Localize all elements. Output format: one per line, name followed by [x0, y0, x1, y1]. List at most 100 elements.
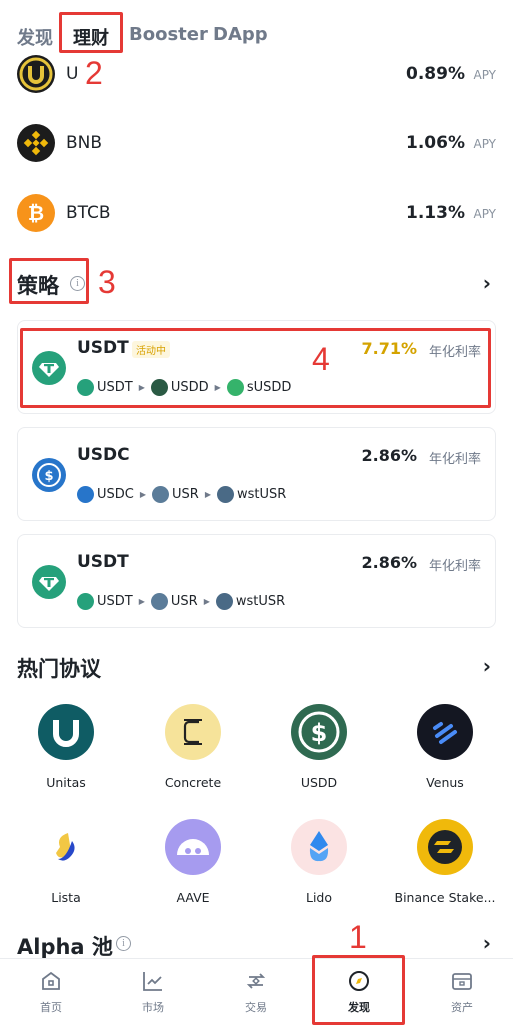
card-title: USDT [77, 338, 129, 358]
protocol-concrete[interactable]: Concrete [133, 704, 253, 790]
annotation-3: 3 [98, 264, 116, 300]
protocol-label: Concrete [164, 775, 222, 790]
bottom-nav: 首页 市场 交易 发现 资产 [0, 958, 513, 1035]
lista-icon [38, 819, 94, 875]
home-icon [39, 969, 63, 993]
nav-trade[interactable]: 交易 [205, 959, 307, 1015]
protocol-aave[interactable]: AAVE [133, 819, 253, 905]
unitas-icon [38, 704, 94, 760]
asset-name: BNB [66, 133, 103, 153]
asset-row-u[interactable]: U 2 0.89% APY [0, 52, 513, 102]
usdc-mini-icon [77, 485, 94, 503]
protocol-venus[interactable]: Venus [385, 704, 505, 790]
nav-discover[interactable]: 发现 [308, 959, 410, 1015]
card-rate-label: 年化利率 [428, 559, 481, 574]
protocol-label: Venus [426, 775, 464, 790]
nav-market[interactable]: 市场 [102, 959, 204, 1015]
annotation-1: 1 [349, 919, 367, 955]
annotation-2: 2 [85, 55, 103, 91]
arrow-right-icon: ▶ [138, 596, 145, 606]
apy-label: APY [473, 137, 496, 151]
protocol-binance-stake[interactable]: Binance Stake... [385, 819, 505, 905]
path-token: USDC [97, 486, 134, 502]
strategy-title: 策略 [17, 274, 59, 298]
arrow-right-icon: ▶ [139, 489, 147, 499]
asset-rate: 0.89% [406, 64, 465, 84]
tab-finance[interactable]: 理财 [73, 24, 109, 50]
arrow-right-icon: ▶ [203, 596, 210, 606]
card-title: USDC [77, 445, 130, 465]
asset-name: BTCB [66, 203, 111, 223]
protocol-label: Lido [305, 890, 333, 905]
protocol-label: Binance Stake... [394, 890, 496, 905]
path-token: sUSDD [246, 379, 292, 395]
path-token: USR [172, 486, 199, 502]
card-rate: 2.86% [361, 553, 417, 572]
nav-label: 首页 [40, 1001, 62, 1014]
wstusr-mini-icon [216, 485, 234, 503]
concrete-icon [165, 704, 221, 760]
usdt-icon [32, 351, 66, 385]
strategy-card-usdt-wstusr[interactable]: USDT 2.86% 年化利率 USDT ▶ USR ▶ wstUSR [17, 534, 496, 628]
chevron-right-icon[interactable]: › [483, 931, 491, 955]
nav-assets[interactable]: 资产 [411, 959, 513, 1015]
usdt-mini-icon [77, 378, 94, 396]
token-path: USDT ▶ USR ▶ wstUSR [77, 591, 285, 611]
card-title: USDT [77, 552, 129, 572]
usdd-mini-icon [150, 378, 168, 396]
tab-dapp[interactable]: DApp [213, 24, 268, 45]
apy-label: APY [473, 207, 496, 221]
arrow-right-icon: ▶ [138, 382, 145, 392]
asset-rate: 1.13% [406, 203, 465, 223]
protocol-unitas[interactable]: Unitas [6, 704, 126, 790]
protocol-lista[interactable]: Lista [6, 819, 126, 905]
btcb-coin-icon: ₿ [17, 194, 55, 232]
alpha-title: Alpha 池 [17, 935, 113, 959]
chevron-right-icon[interactable]: › [483, 654, 491, 678]
token-path: USDT ▶ USDD ▶ sUSDD [77, 377, 291, 397]
asset-name: U [66, 64, 79, 84]
card-rate-label: 年化利率 [428, 345, 481, 360]
strategy-card-usdt-susdd[interactable]: USDT 活动中 4 7.71% 年化利率 USDT ▶ USDD ▶ sUSD… [17, 320, 496, 414]
asset-rate: 1.06% [406, 133, 465, 153]
path-token: USDT [97, 593, 133, 609]
protocol-lido[interactable]: Lido [259, 819, 379, 905]
svg-text:$: $ [311, 719, 328, 747]
u-coin-icon [17, 55, 55, 93]
protocol-label: USDD [300, 775, 338, 790]
svg-text:₿: ₿ [28, 201, 44, 225]
asset-row-btcb[interactable]: ₿ BTCB 1.13% APY [0, 190, 513, 240]
usdc-icon: $ [32, 458, 66, 492]
nav-label: 发现 [348, 1001, 370, 1014]
chevron-right-icon[interactable]: › [483, 271, 491, 295]
path-token: wstUSR [236, 486, 287, 502]
info-icon[interactable]: i [70, 276, 85, 291]
nav-home[interactable]: 首页 [0, 959, 102, 1015]
binance-stake-icon [417, 819, 473, 875]
nav-label: 资产 [451, 1001, 473, 1014]
info-icon[interactable]: i [116, 936, 131, 951]
token-path: USDC ▶ USR ▶ wstUSR [77, 484, 286, 504]
path-token: wstUSR [235, 593, 286, 609]
annotation-4: 4 [312, 341, 330, 377]
card-rate-label: 年化利率 [428, 452, 481, 467]
tab-discover[interactable]: 发现 [17, 24, 53, 50]
chart-icon [141, 969, 165, 993]
strategy-card-usdc-wstusr[interactable]: $ USDC 2.86% 年化利率 USDC ▶ USR ▶ wstUSR [17, 427, 496, 521]
wstusr-mini-icon [215, 592, 233, 610]
usdt-mini-icon [77, 592, 94, 610]
card-rate: 7.71% [361, 339, 417, 358]
svg-text:$: $ [44, 469, 53, 484]
compass-icon [347, 969, 371, 993]
wallet-icon [450, 969, 474, 993]
apy-label: APY [473, 68, 496, 82]
asset-row-bnb[interactable]: BNB 1.06% APY [0, 120, 513, 170]
protocol-label: AAVE [176, 890, 210, 905]
path-token: USDD [170, 379, 209, 395]
tab-booster[interactable]: Booster [129, 24, 208, 45]
nav-label: 交易 [245, 1001, 267, 1014]
protocol-usdd[interactable]: $ USDD [259, 704, 379, 790]
status-badge: 活动中 [132, 341, 170, 358]
trade-icon [244, 969, 268, 993]
bnb-coin-icon [17, 124, 55, 162]
